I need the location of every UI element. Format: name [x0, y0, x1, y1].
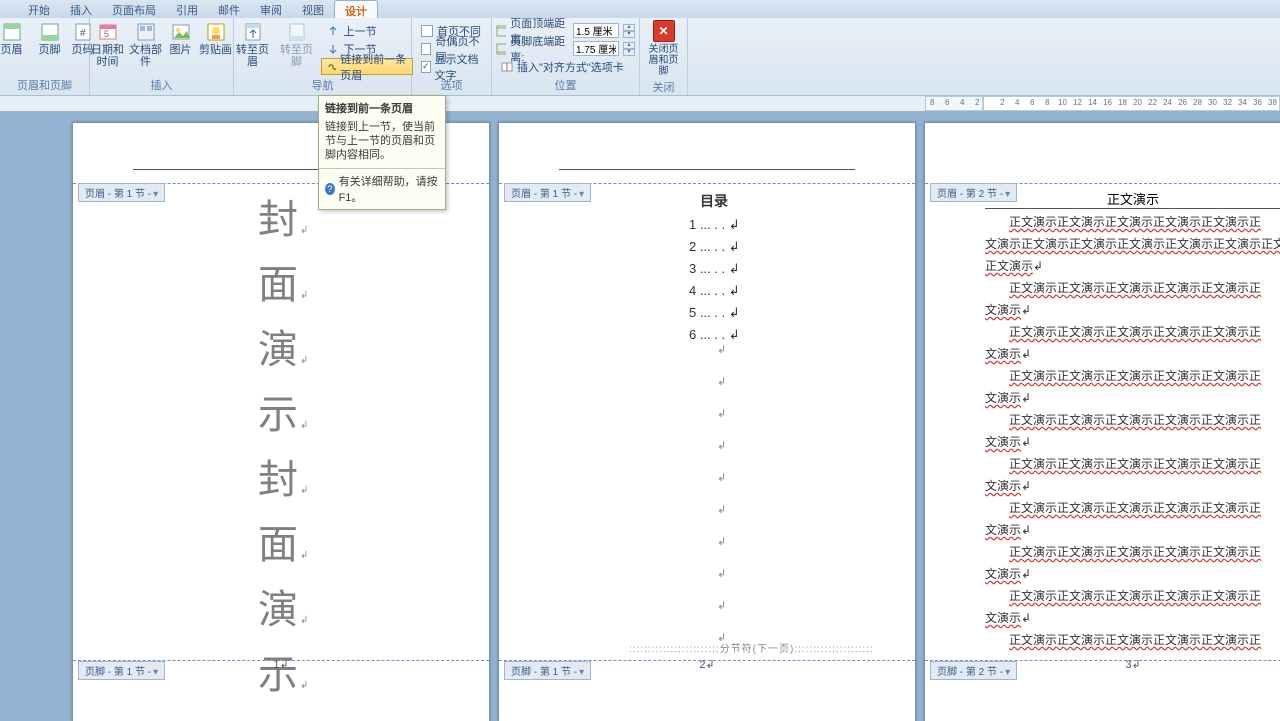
- picture-icon: [171, 22, 191, 42]
- footer-distance-spinner[interactable]: 页脚底端距离:▴▾: [496, 40, 635, 57]
- group-insert: 5日期和时间 文档部件 图片 剪贴画 插入: [90, 18, 234, 95]
- link-previous-button[interactable]: 链接到前一条页眉: [321, 58, 413, 75]
- page-number-1: 1↲: [73, 658, 489, 671]
- close-hf-label: 关闭页眉和页脚: [644, 44, 683, 77]
- tab-references[interactable]: 引用: [166, 0, 208, 18]
- body-text: 正文演示正文演示正文演示正文演示正文演示正 文演示正文演示正文演示正文演示正文演…: [985, 211, 1280, 651]
- quickparts-icon: [136, 22, 156, 42]
- page-number-2: 2↲: [499, 658, 915, 671]
- page-number-3: 3↲: [925, 658, 1280, 671]
- document-workspace[interactable]: 页眉 - 第 1 节 -▾ 页脚 - 第 1 节 -▾ 封↲ 面↲ 演↲ 示↲ …: [0, 112, 1280, 721]
- group-position: 页面顶端距离:▴▾ 页脚底端距离:▴▾ 插入"对齐方式"选项卡 位置: [492, 18, 640, 95]
- header-distance-input[interactable]: [573, 23, 619, 38]
- tab-review[interactable]: 审阅: [250, 0, 292, 18]
- page-1: 页眉 - 第 1 节 -▾ 页脚 - 第 1 节 -▾ 封↲ 面↲ 演↲ 示↲ …: [72, 122, 490, 721]
- close-hf-button[interactable]: ✕: [653, 20, 675, 42]
- datetime-button[interactable]: 5日期和时间: [91, 20, 125, 68]
- group-options: 首页不同 奇偶页不同 ✓显示文档文字 选项: [412, 18, 492, 95]
- header-tag-2[interactable]: 页眉 - 第 1 节 -▾: [504, 183, 591, 202]
- ribbon: 页眉 页脚 #页码 页眉和页脚 5日期和时间 文档部件 图片 剪贴画 插入 转至…: [0, 18, 1280, 96]
- link-icon: [326, 61, 337, 73]
- tab-design[interactable]: 设计: [334, 0, 378, 18]
- insert-align-tab-button[interactable]: 插入"对齐方式"选项卡: [496, 58, 635, 75]
- horizontal-ruler[interactable]: 8642 2468 10121416 18202224 26283032 343…: [0, 96, 1280, 112]
- group-header-footer: 页眉 页脚 #页码 页眉和页脚: [0, 18, 90, 95]
- goto-header-button[interactable]: 转至页眉: [233, 20, 273, 68]
- tooltip-title: 链接到前一条页眉: [319, 96, 445, 120]
- ribbon-tabs: 开始 插入 页面布局 引用 邮件 审阅 视图 设计: [0, 0, 1280, 18]
- group-label: 关闭: [644, 79, 683, 95]
- toc-title: 目录: [689, 191, 739, 211]
- quickparts-button[interactable]: 文档部件: [129, 20, 163, 68]
- group-label: 选项: [416, 77, 487, 93]
- tab-mailings[interactable]: 邮件: [208, 0, 250, 18]
- header-tag-1[interactable]: 页眉 - 第 1 节 -▾: [78, 183, 165, 202]
- prev-section-button[interactable]: 上一节: [321, 22, 413, 39]
- spin-up[interactable]: ▴: [623, 42, 635, 49]
- tooltip-footer: ?有关详细帮助，请按 F1。: [319, 168, 445, 209]
- footer-icon: [40, 22, 60, 42]
- group-navigation: 转至页眉 转至页脚 上一节 下一节 链接到前一条页眉 导航: [234, 18, 412, 95]
- tooltip-body: 链接到上一节，使当前节与上一节的页眉和页脚内容相同。: [319, 120, 445, 168]
- group-label: 位置: [496, 77, 635, 93]
- toc: 目录 1 ... . . ↲ 2 ... . . ↲ 3 ... . . ↲ 4…: [689, 191, 740, 349]
- goto-header-icon: [243, 22, 263, 42]
- tab-view[interactable]: 视图: [292, 0, 334, 18]
- bot-dist-icon: [496, 43, 506, 55]
- page3-header-title: 正文演示: [985, 189, 1280, 209]
- header-button[interactable]: 页眉: [0, 20, 29, 56]
- tooltip-link-previous: 链接到前一条页眉 链接到上一节，使当前节与上一节的页眉和页脚内容相同。 ?有关详…: [318, 95, 446, 210]
- page-3: 正文演示 页眉 - 第 2 节 -▾ 页脚 - 第 2 节 -▾ 正文演示正文演…: [924, 122, 1280, 721]
- footer-distance-input[interactable]: [573, 41, 619, 56]
- cover-text: 封↲ 面↲ 演↲ 示↲ 封↲ 面↲ 演↲ 示↲: [258, 193, 310, 713]
- show-doctext-checkbox[interactable]: ✓显示文档文字: [416, 58, 487, 75]
- tab-layout[interactable]: 页面布局: [102, 0, 166, 18]
- group-label: 导航: [238, 77, 407, 93]
- group-label: 插入: [94, 77, 229, 93]
- goto-footer-icon: [287, 22, 307, 42]
- group-close: ✕ 关闭页眉和页脚 关闭: [640, 18, 688, 95]
- clipart-icon: [206, 22, 226, 42]
- header-icon: [2, 22, 22, 42]
- align-tab-icon: [501, 61, 513, 73]
- calendar-icon: 5: [98, 22, 118, 42]
- picture-button[interactable]: 图片: [167, 20, 195, 56]
- top-dist-icon: [496, 25, 506, 37]
- spin-down[interactable]: ▾: [623, 49, 635, 56]
- prev-icon: [326, 25, 340, 37]
- tab-insert[interactable]: 插入: [60, 0, 102, 18]
- header-tag-3[interactable]: 页眉 - 第 2 节 -▾: [930, 183, 1017, 202]
- section-break: ::::::::::::::::::::::::分节符(下一页)::::::::…: [629, 640, 874, 655]
- footer-button[interactable]: 页脚: [33, 20, 67, 56]
- spin-up[interactable]: ▴: [623, 24, 635, 31]
- svg-text:#: #: [80, 28, 86, 39]
- tab-home[interactable]: 开始: [18, 0, 60, 18]
- help-icon: ?: [325, 183, 335, 195]
- page-2: 页眉 - 第 1 节 -▾ 页脚 - 第 1 节 -▾ 目录 1 ... . .…: [498, 122, 916, 721]
- goto-footer-button[interactable]: 转至页脚: [277, 20, 317, 68]
- svg-text:5: 5: [104, 29, 109, 39]
- next-icon: [326, 43, 340, 55]
- spin-down[interactable]: ▾: [623, 31, 635, 38]
- clipart-button[interactable]: 剪贴画: [199, 20, 233, 56]
- group-label: 页眉和页脚: [4, 77, 85, 93]
